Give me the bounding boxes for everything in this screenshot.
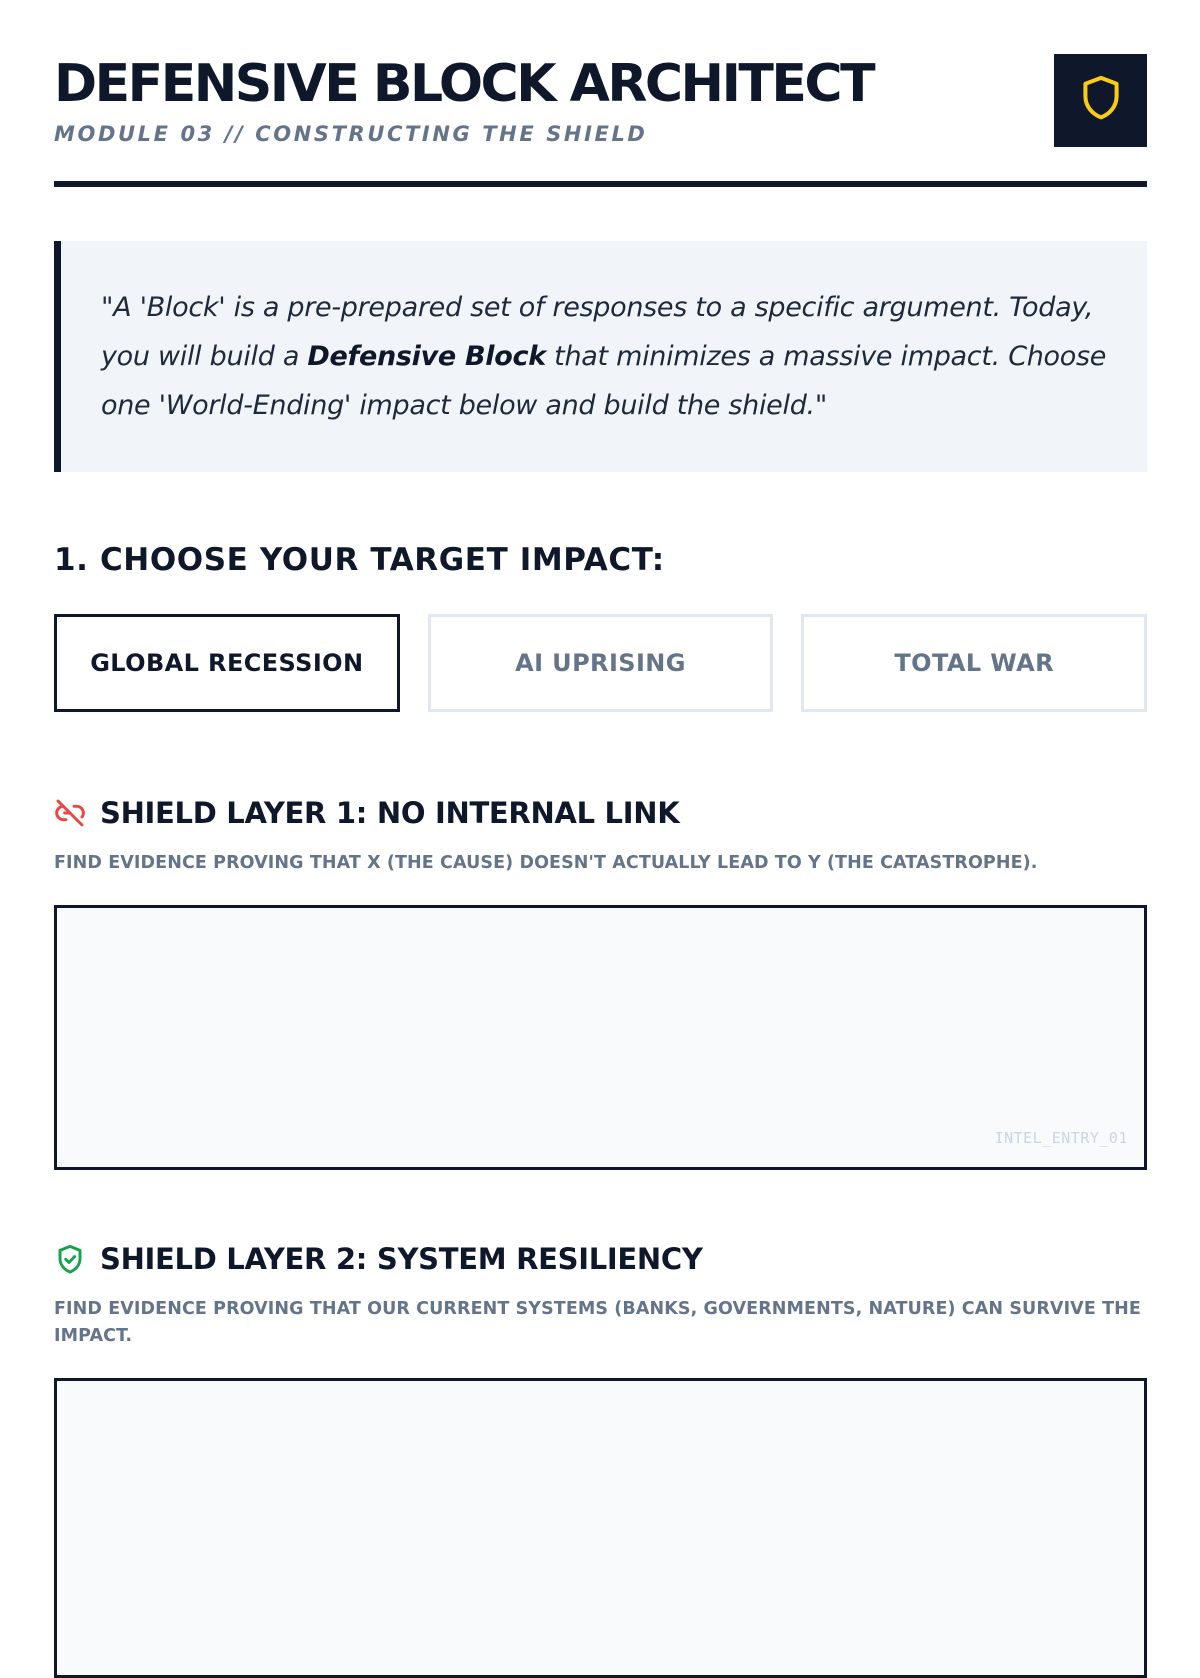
header: DEFENSIVE BLOCK ARCHITECT MODULE 03 // C… — [54, 0, 1147, 187]
layer-2-description: FIND EVIDENCE PROVING THAT OUR CURRENT S… — [54, 1299, 1141, 1346]
option-ai-uprising[interactable]: AI UPRISING — [427, 614, 774, 712]
layer-1-entry-field[interactable] — [57, 908, 1144, 1167]
shield-check-icon — [54, 1243, 86, 1275]
page: DEFENSIVE BLOCK ARCHITECT MODULE 03 // C… — [54, 0, 1148, 1678]
intro-emphasis: Defensive Block — [307, 341, 546, 372]
shield-layer-2: SHIELD LAYER 2: SYSTEM RESILIENCY FIND E… — [54, 1242, 1147, 1678]
intro-quote: "A 'Block' is a pre-prepared set of resp… — [54, 241, 1147, 472]
option-total-war[interactable]: TOTAL WAR — [801, 614, 1148, 712]
broken-link-icon — [54, 797, 86, 829]
option-global-recession[interactable]: GLOBAL RECESSION — [54, 614, 400, 712]
layer-2-header: SHIELD LAYER 2: SYSTEM RESILIENCY — [54, 1242, 1147, 1276]
shield-icon — [1079, 73, 1123, 128]
layer-1-title: SHIELD LAYER 1: NO INTERNAL LINK — [100, 796, 680, 830]
shield-layer-1: SHIELD LAYER 1: NO INTERNAL LINK FIND EV… — [54, 796, 1147, 1170]
layer-1-entry-box: INTEL_ENTRY_01 — [54, 905, 1147, 1170]
target-options: GLOBAL RECESSION AI UPRISING TOTAL WAR — [54, 614, 1148, 712]
page-subtitle: MODULE 03 // CONSTRUCTING THE SHIELD — [54, 122, 648, 146]
target-heading: 1. CHOOSE YOUR TARGET IMPACT: — [54, 542, 665, 578]
layer-1-description: FIND EVIDENCE PROVING THAT X (THE CAUSE)… — [54, 853, 1038, 873]
shield-badge — [1054, 54, 1147, 147]
layer-2-entry-box — [54, 1378, 1147, 1678]
layer-1-header: SHIELD LAYER 1: NO INTERNAL LINK — [54, 796, 1147, 830]
layer-2-title: SHIELD LAYER 2: SYSTEM RESILIENCY — [100, 1242, 703, 1276]
layer-2-entry-field[interactable] — [57, 1381, 1144, 1675]
page-title: DEFENSIVE BLOCK ARCHITECT — [54, 54, 876, 114]
layer-1-entry-tag: INTEL_ENTRY_01 — [994, 1129, 1128, 1147]
